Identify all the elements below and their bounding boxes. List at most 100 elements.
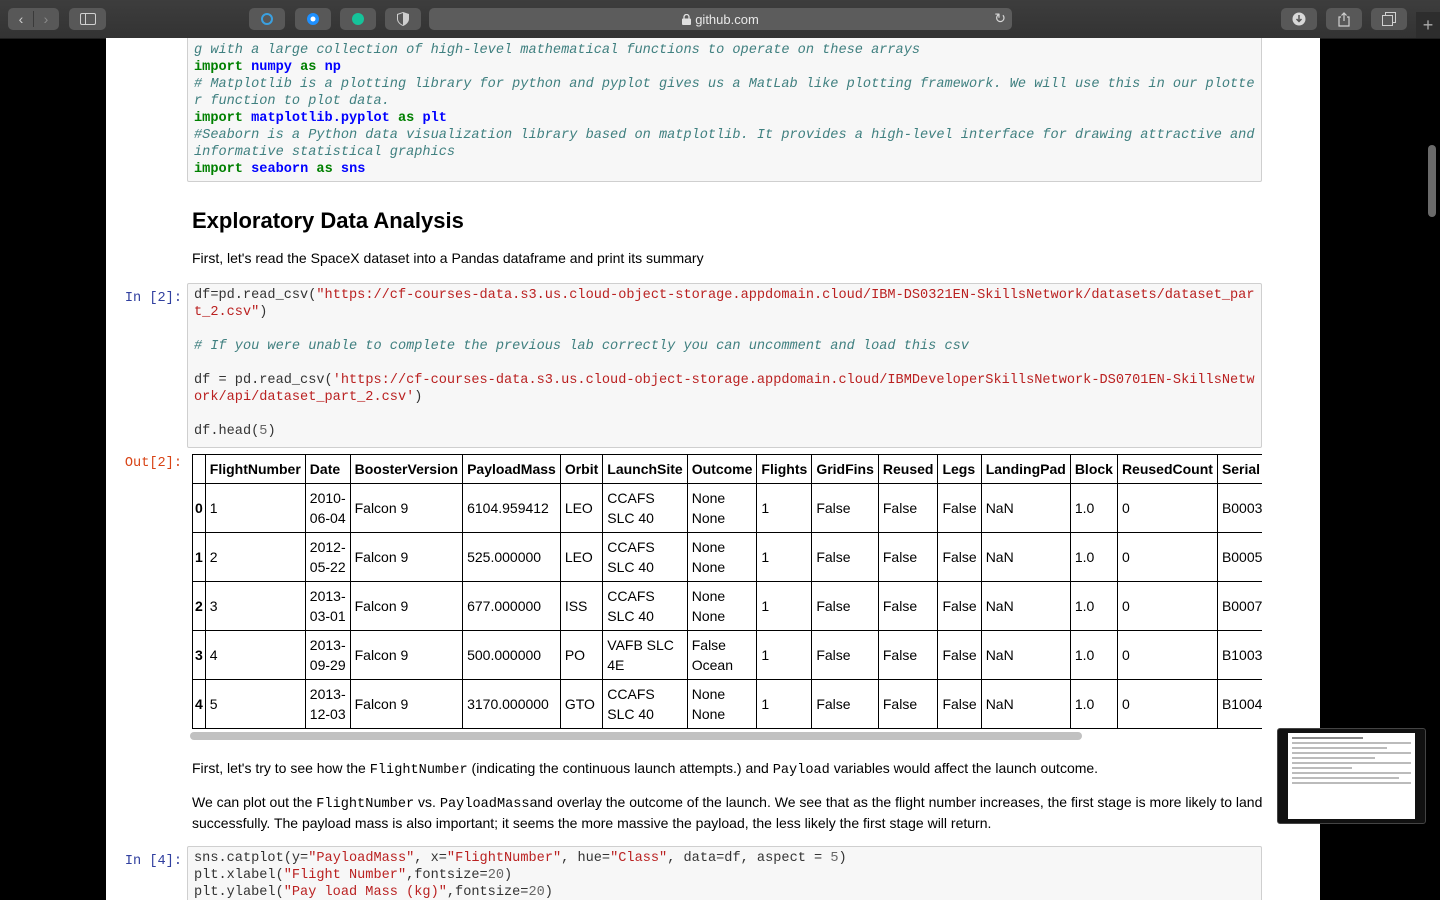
flightnumber-paragraph: First, let's try to see how the FlightNu…: [192, 758, 1264, 779]
page-scrollbar-thumb[interactable]: [1428, 145, 1436, 217]
share-button[interactable]: [1326, 8, 1362, 30]
table-cell: 2013-03-01: [304, 581, 351, 631]
tabs-icon: [1382, 12, 1396, 26]
table-cell: 1.0: [1069, 581, 1118, 631]
reload-icon[interactable]: ↻: [994, 10, 1006, 27]
back-icon[interactable]: ‹: [9, 11, 34, 27]
row-index: 4: [192, 679, 206, 729]
string-literal: "Class": [610, 851, 668, 866]
horizontal-scrollbar[interactable]: [190, 731, 1262, 741]
table-cell: CCAFS SLC 40: [602, 679, 688, 729]
input-prompt: In [2]:: [124, 291, 182, 306]
input-prompt: In [4]:: [124, 854, 182, 869]
number-literal: 20: [487, 868, 505, 883]
paragraph-text: variables would affect the launch outcom…: [829, 760, 1099, 776]
comment-seaborn: #Seaborn is a Python data visualization …: [194, 128, 1263, 160]
read-csv-code-cell[interactable]: df=pd.read_csv("https://cf-courses-data.…: [187, 283, 1262, 448]
table-cell: NaN: [980, 483, 1071, 533]
table-cell: 3: [204, 581, 306, 631]
table-cell: 1: [756, 483, 813, 533]
comment-numpy: [194, 38, 202, 41]
paragraph-text: (indicating the continuous launch attemp…: [467, 760, 773, 776]
forward-icon[interactable]: ›: [34, 11, 59, 27]
table-cell: Falcon 9: [349, 679, 464, 729]
dataframe-output: FlightNumber Date BoosterVersion Payload…: [192, 454, 1262, 730]
row-index: 3: [192, 630, 206, 680]
table-cell: False: [937, 679, 982, 729]
string-literal: "Pay load Mass (kg)": [283, 885, 447, 900]
new-tab-button[interactable]: +: [1416, 12, 1440, 38]
inline-code: FlightNumber: [316, 797, 415, 812]
as-keyword: as: [316, 162, 333, 177]
alias-name: plt: [422, 111, 447, 126]
code-text: , x=: [414, 851, 447, 866]
table-cell: 525.000000: [462, 532, 561, 582]
table-row: 1 2 2012-05-22 Falcon 9 525.000000 LEO CCAFS S…: [192, 532, 1262, 582]
table-cell: 2013-09-29: [304, 630, 351, 680]
table-cell: False: [937, 483, 982, 533]
address-bar[interactable]: github.com ↻: [429, 8, 1012, 30]
table-cell: Falcon 9: [349, 630, 464, 680]
table-cell: Falcon 9: [349, 581, 464, 631]
string-literal: 'https://cf-courses-data.s3.us.cloud-obj…: [194, 373, 1255, 405]
ie-icon: [261, 13, 273, 25]
table-cell: False: [937, 581, 982, 631]
table-cell: False: [877, 630, 939, 680]
row-index: 1: [192, 532, 206, 582]
import-keyword: import: [194, 111, 243, 126]
column-header: LaunchSite: [602, 454, 688, 484]
extension-button-4[interactable]: [385, 8, 421, 30]
table-row: 4 5 2013-12-03 Falcon 9 3170.000000 GTO CCAFS …: [192, 679, 1262, 729]
module-name: seaborn: [251, 162, 309, 177]
catplot-code-cell[interactable]: sns.catplot(y="PayloadMass", x="FlightNu…: [187, 846, 1262, 900]
sidebar-toggle-button[interactable]: [69, 8, 106, 30]
imports-code-cell[interactable]: g with a large collection of high-level …: [187, 38, 1262, 182]
column-header: ReusedCount: [1116, 454, 1218, 484]
tab-overview-button[interactable]: [1371, 8, 1407, 30]
code-text: ): [504, 868, 513, 883]
table-cell: NaN: [980, 581, 1071, 631]
table-cell: CCAFS SLC 40: [602, 532, 688, 582]
table-cell: 677.000000: [462, 581, 561, 631]
extension-button-3[interactable]: [340, 8, 376, 30]
code-text: plt.xlabel(: [194, 868, 284, 883]
column-header: FlightNumber: [204, 454, 306, 484]
import-keyword: import: [194, 162, 243, 177]
table-cell: False: [811, 483, 879, 533]
table-cell: LEO: [559, 483, 604, 533]
table-cell: CCAFS SLC 40: [602, 581, 688, 631]
table-cell: B1004: [1216, 679, 1262, 729]
number-literal: 5: [830, 851, 839, 866]
number-literal: 20: [528, 885, 545, 900]
comment-matplotlib: # Matplotlib is a plotting library for p…: [194, 77, 1255, 109]
table-cell: 0: [1116, 679, 1218, 729]
extension-button-1[interactable]: [249, 8, 285, 30]
code-text: ): [267, 424, 276, 439]
share-icon: [1338, 11, 1350, 27]
code-text: df=pd.read_csv(: [194, 288, 317, 303]
table-cell: 4: [204, 630, 306, 680]
table-cell: B0005: [1216, 532, 1262, 582]
section-heading: Exploratory Data Analysis: [192, 208, 464, 233]
column-header: Date: [304, 454, 351, 484]
column-header: Legs: [937, 454, 982, 484]
table-cell: Falcon 9: [349, 483, 464, 533]
table-cell: ISS: [559, 581, 604, 631]
table-cell: None None: [686, 581, 758, 631]
comment-numpy-tail: g with a large collection of high-level …: [194, 43, 921, 58]
table-cell: 2: [204, 532, 306, 582]
paragraph-text: We can plot out the: [192, 794, 317, 810]
dataframe-table: FlightNumber Date BoosterVersion Payload…: [192, 454, 1262, 729]
column-header: Serial: [1216, 454, 1262, 484]
table-cell: False: [937, 532, 982, 582]
table-cell: False: [877, 581, 939, 631]
picture-in-picture-preview[interactable]: [1277, 728, 1426, 824]
table-cell: None None: [686, 679, 758, 729]
code-text: ): [259, 305, 268, 320]
alias-name: sns: [340, 162, 366, 177]
code-text: ): [838, 851, 847, 866]
extension-button-2[interactable]: [295, 8, 331, 30]
table-cell: 1: [756, 581, 813, 631]
downloads-button[interactable]: [1281, 8, 1317, 30]
scrollbar-thumb[interactable]: [190, 732, 1082, 740]
